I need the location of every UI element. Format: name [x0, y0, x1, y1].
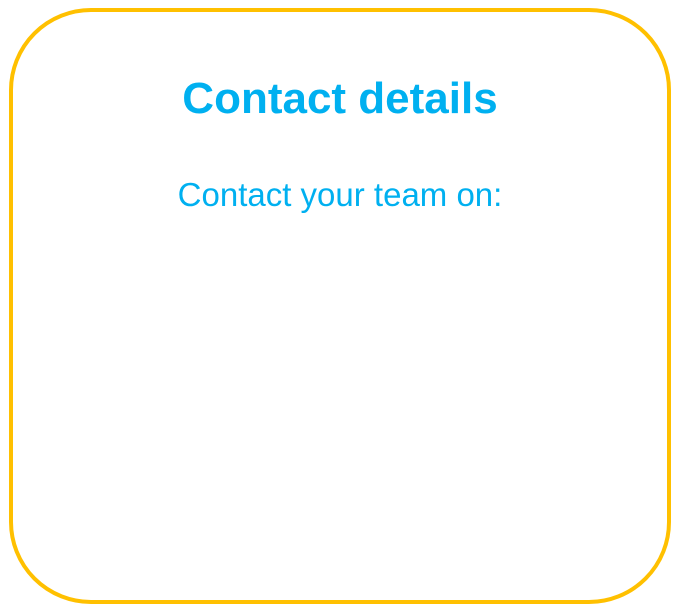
contact-details-card: Contact details Contact your team on: — [9, 8, 671, 604]
card-title: Contact details — [182, 74, 498, 123]
card-subtitle: Contact your team on: — [177, 176, 503, 213]
